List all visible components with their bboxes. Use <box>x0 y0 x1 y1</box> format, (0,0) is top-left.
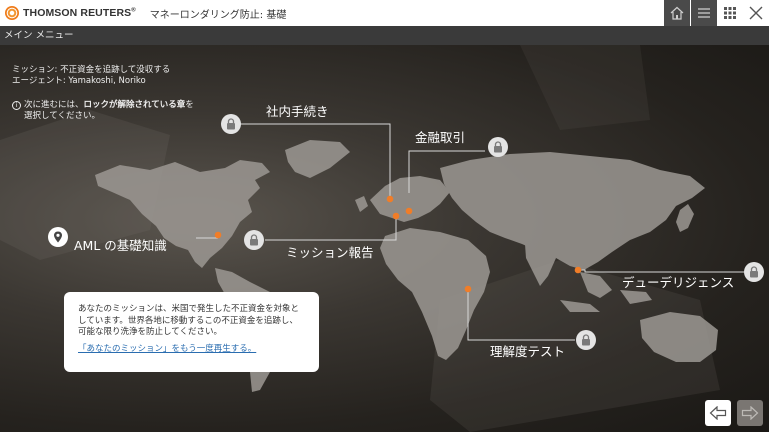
chapter-internal-lock[interactable] <box>221 114 241 134</box>
lock-icon <box>582 334 590 346</box>
thomson-reuters-logo-icon <box>5 6 19 20</box>
close-button[interactable] <box>743 0 769 26</box>
top-buttons <box>663 0 769 26</box>
menu-button[interactable] <box>691 0 717 26</box>
chapter-report-lock[interactable] <box>244 230 264 250</box>
mission-card-text: あなたのミッションは、米国で発生した不正資金を対象としています。世界各地に移動す… <box>78 304 300 337</box>
lock-icon <box>494 141 502 153</box>
chapter-aml-pin[interactable] <box>48 227 68 247</box>
unlock-hint: i 次に進むには、ロックが解除されている章を 選択してください。 <box>12 100 194 122</box>
lock-icon <box>250 234 258 246</box>
next-button[interactable] <box>737 400 763 426</box>
home-button[interactable] <box>664 0 690 26</box>
menu-bar-label: メイン メニュー <box>4 30 74 41</box>
location-pin-icon <box>54 231 62 243</box>
chapter-internal-label[interactable]: 社内手続き <box>266 101 329 120</box>
chapter-financial-lock[interactable] <box>488 137 508 157</box>
back-button[interactable] <box>705 400 731 426</box>
main-stage: ミッション: 不正資金を追跡して没収する エージェント: Yamakoshi, … <box>0 45 769 432</box>
arrow-right-icon <box>741 406 759 420</box>
replay-mission-link[interactable]: 「あなたのミッション」をもう一度再生する。 <box>78 344 305 356</box>
chapter-report-label[interactable]: ミッション報告 <box>286 242 374 261</box>
brand-logo: THOMSON REUTERS® <box>5 6 136 20</box>
course-title: マネーロンダリング防止: 基礎 <box>149 9 287 21</box>
chapter-due-diligence-lock[interactable] <box>744 262 764 282</box>
arrow-left-icon <box>709 406 727 420</box>
info-icon: i <box>12 101 21 110</box>
top-bar: THOMSON REUTERS® マネーロンダリング防止: 基礎 <box>0 0 769 26</box>
lock-icon <box>750 266 758 278</box>
chapter-aml-label[interactable]: AML の基礎知識 <box>74 235 167 254</box>
mission-card: あなたのミッションは、米国で発生した不正資金を対象としています。世界各地に移動す… <box>64 292 319 372</box>
chapter-financial-label[interactable]: 金融取引 <box>415 127 465 146</box>
close-icon <box>749 6 763 20</box>
brand-name: THOMSON REUTERS® <box>23 7 136 19</box>
chapter-due-diligence-label[interactable]: デューデリジェンス <box>622 272 734 291</box>
grid-button[interactable] <box>717 0 743 26</box>
home-icon <box>670 6 684 20</box>
mission-line: ミッション: 不正資金を追跡して没収する <box>12 65 171 75</box>
mission-info: ミッション: 不正資金を追跡して没収する エージェント: Yamakoshi, … <box>12 65 170 87</box>
chapter-test-label[interactable]: 理解度テスト <box>490 341 565 360</box>
agent-line: エージェント: Yamakoshi, Noriko <box>12 76 146 86</box>
menu-icon <box>698 8 710 18</box>
chapter-test-lock[interactable] <box>576 330 596 350</box>
lock-icon <box>227 118 235 130</box>
menu-bar: メイン メニュー <box>0 26 769 45</box>
grid-icon <box>724 7 736 19</box>
